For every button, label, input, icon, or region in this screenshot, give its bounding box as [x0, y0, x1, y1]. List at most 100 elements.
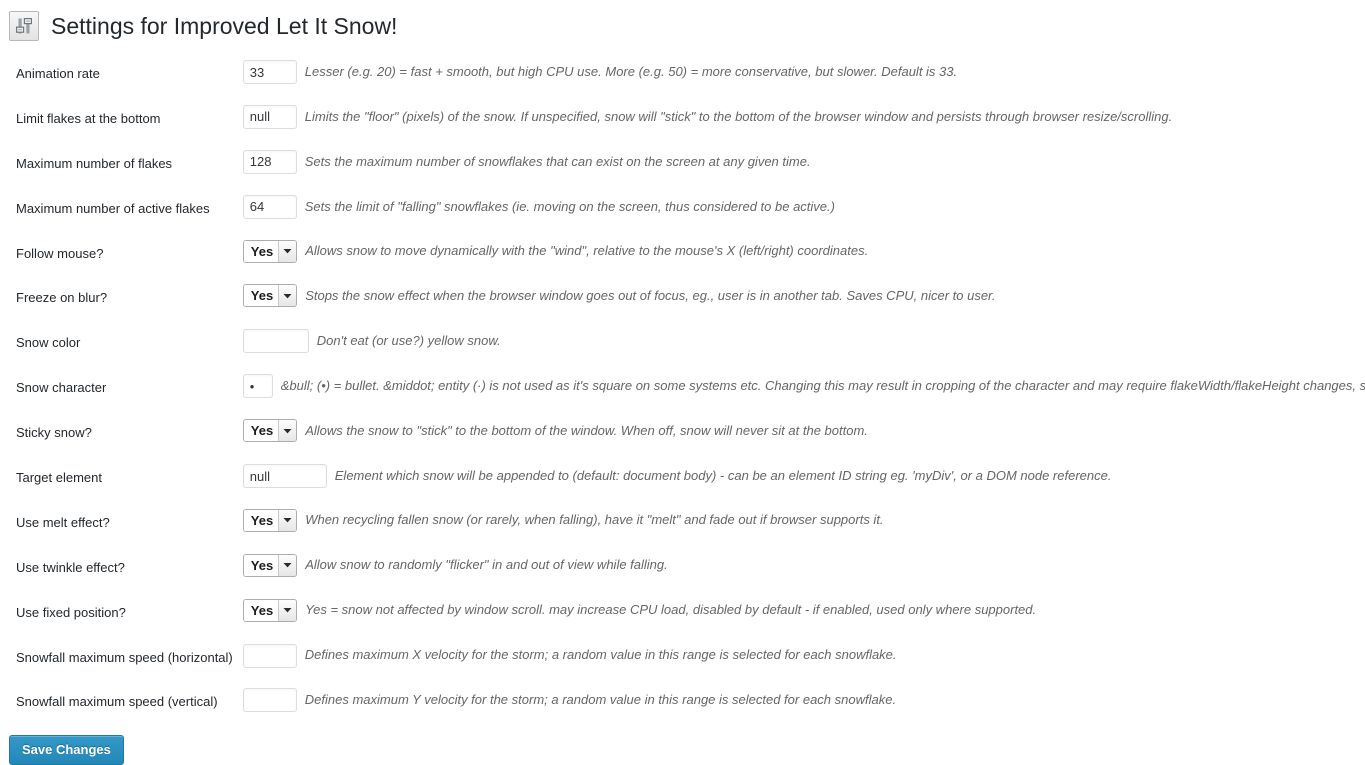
settings-row-maximum-number-of-flakes: Maximum number of flakes Sets the maximum… — [0, 142, 1365, 187]
field-control-group: Yes Allow snow to randomly "flicker" in a… — [242, 553, 1365, 577]
settings-row-limit-flakes-at-the-bottom: Limit flakes at the bottom Limits the "fl… — [0, 97, 1365, 142]
select-follow-mouse[interactable]: Yes — [242, 239, 298, 263]
chevron-down-icon[interactable] — [278, 599, 297, 621]
input-target-element[interactable] — [242, 464, 327, 489]
field-cell-maximum-number-of-active-flakes: Sets the limit of "falling" snowflakes (… — [242, 187, 1365, 232]
field-control-group: Yes Stops the snow effect when the browse… — [242, 284, 1365, 308]
field-description-snow-color: Don't eat (or use?) yellow snow. — [316, 333, 501, 349]
field-control-group: Defines maximum Y velocity for the storm… — [242, 688, 1365, 713]
field-control-group: Sets the maximum number of snowflakes th… — [242, 149, 1365, 174]
input-snow-color[interactable] — [242, 329, 309, 354]
input-limit-flakes-at-the-bottom[interactable] — [242, 104, 297, 129]
field-label-maximum-number-of-flakes: Maximum number of flakes — [16, 155, 173, 171]
field-label-limit-flakes-at-the-bottom: Limit flakes at the bottom — [16, 110, 161, 126]
field-cell-use-twinkle-effect: Yes Allow snow to randomly "flicker" in a… — [242, 546, 1365, 591]
field-control-group: Yes Allows snow to move dynamically with … — [242, 239, 1365, 263]
field-description-use-melt-effect: When recycling fallen snow (or rarely, w… — [305, 512, 884, 528]
field-description-sticky-snow: Allows the snow to "stick" to the bottom… — [305, 422, 868, 438]
field-description-use-twinkle-effect: Allow snow to randomly "flicker" in and … — [305, 557, 668, 573]
settings-row-sticky-snow: Sticky snow? Yes Allows the snow to "stick… — [0, 411, 1365, 456]
field-control-group: Defines maximum X velocity for the storm… — [242, 643, 1365, 668]
select-sticky-snow[interactable]: Yes — [242, 419, 298, 443]
select-use-twinkle-effect[interactable]: Yes — [242, 553, 298, 577]
field-description-snow-character: &bull; (•) = bullet. &middot; entity (·)… — [280, 378, 1365, 394]
field-cell-target-element: Element which snow will be appended to (… — [242, 456, 1365, 501]
field-cell-follow-mouse: Yes Allows snow to move dynamically with … — [242, 232, 1365, 277]
input-snow-character[interactable] — [242, 374, 273, 399]
select-use-fixed-position[interactable]: Yes — [242, 598, 298, 622]
settings-row-freeze-on-blur: Freeze on blur? Yes Stops the snow effect … — [0, 276, 1365, 321]
field-label-snow-color: Snow color — [16, 335, 81, 351]
field-label-animation-rate: Animation rate — [16, 66, 100, 81]
field-label-sticky-snow: Sticky snow? — [16, 425, 92, 441]
select-value-sticky-snow: Yes — [243, 420, 279, 442]
field-cell-snowfall-maximum-speed-vertical: Defines maximum Y velocity for the storm… — [242, 680, 1365, 725]
chevron-down-icon[interactable] — [278, 285, 297, 307]
field-cell-use-melt-effect: Yes When recycling fallen snow (or rarely… — [242, 501, 1365, 546]
select-freeze-on-blur[interactable]: Yes — [242, 284, 298, 308]
field-cell-maximum-number-of-flakes: Sets the maximum number of snowflakes th… — [242, 142, 1365, 187]
input-maximum-number-of-active-flakes[interactable] — [242, 194, 297, 219]
field-description-use-fixed-position: Yes = snow not affected by window scroll… — [305, 602, 1037, 618]
field-description-snowfall-maximum-speed-vertical: Defines maximum Y velocity for the storm… — [304, 692, 897, 708]
chevron-down-icon[interactable] — [278, 554, 297, 576]
settings-row-snow-color: Snow color Don't eat (or use?) yellow sno… — [0, 321, 1365, 366]
field-label-snowfall-maximum-speed-vertical: Snowfall maximum speed (vertical) — [16, 694, 218, 710]
field-description-maximum-number-of-active-flakes: Sets the limit of "falling" snowflakes (… — [304, 198, 835, 214]
field-control-group: &bull; (•) = bullet. &middot; entity (·)… — [242, 374, 1365, 399]
input-snowfall-maximum-speed-vertical[interactable] — [242, 688, 297, 713]
field-description-snowfall-maximum-speed-horizontal: Defines maximum X velocity for the storm… — [304, 647, 897, 663]
settings-row-use-melt-effect: Use melt effect? Yes When recycling fallen… — [0, 501, 1365, 546]
select-value-use-melt-effect: Yes — [243, 509, 279, 531]
field-label-maximum-number-of-active-flakes: Maximum number of active flakes — [16, 200, 210, 216]
field-control-group: Don't eat (or use?) yellow snow. — [242, 329, 1365, 354]
settings-row-use-fixed-position: Use fixed position? Yes Yes = snow not aff… — [0, 591, 1365, 636]
submit-area: Save Changes — [0, 725, 1365, 765]
select-use-melt-effect[interactable]: Yes — [242, 508, 298, 532]
settings-row-snowfall-maximum-speed-horizontal: Snowfall maximum speed (horizontal) Defin… — [0, 636, 1365, 681]
settings-row-animation-rate: Animation rate Lesser (e.g. 20) = fast + … — [0, 52, 1365, 97]
field-cell-snow-character: &bull; (•) = bullet. &middot; entity (·)… — [242, 366, 1365, 411]
field-cell-limit-flakes-at-the-bottom: Limits the "floor" (pixels) of the snow.… — [242, 97, 1365, 142]
chevron-down-icon[interactable] — [278, 240, 297, 262]
field-control-group: Yes Yes = snow not affected by window scr… — [242, 598, 1365, 622]
field-description-animation-rate: Lesser (e.g. 20) = fast + smooth, but hi… — [304, 63, 958, 79]
field-control-group: Sets the limit of "falling" snowflakes (… — [242, 194, 1365, 219]
save-changes-button[interactable]: Save Changes — [9, 735, 124, 765]
input-snowfall-maximum-speed-horizontal[interactable] — [242, 643, 297, 668]
page-title: Settings for Improved Let It Snow! — [51, 12, 398, 39]
chevron-down-icon[interactable] — [278, 509, 297, 531]
field-cell-sticky-snow: Yes Allows the snow to "stick" to the bot… — [242, 411, 1365, 456]
settings-form: Animation rate Lesser (e.g. 20) = fast + … — [0, 52, 1365, 765]
field-label-follow-mouse: Follow mouse? — [16, 245, 104, 261]
settings-row-follow-mouse: Follow mouse? Yes Allows snow to move dyna… — [0, 232, 1365, 277]
settings-row-use-twinkle-effect: Use twinkle effect? Yes Allow snow to rand… — [0, 546, 1365, 591]
field-description-freeze-on-blur: Stops the snow effect when the browser w… — [305, 287, 996, 303]
field-description-target-element: Element which snow will be appended to (… — [334, 467, 1112, 483]
field-description-maximum-number-of-flakes: Sets the maximum number of snowflakes th… — [304, 153, 811, 169]
settings-row-snowfall-maximum-speed-vertical: Snowfall maximum speed (vertical) Defines… — [0, 680, 1365, 725]
settings-row-snow-character: Snow character&bull; (•) = bullet. &midd… — [0, 366, 1365, 411]
field-description-limit-flakes-at-the-bottom: Limits the "floor" (pixels) of the snow.… — [304, 108, 1173, 124]
page-header: Settings for Improved Let It Snow! — [0, 0, 1365, 46]
select-value-freeze-on-blur: Yes — [243, 285, 279, 307]
select-value-use-fixed-position: Yes — [243, 599, 279, 621]
settings-row-target-element: Target element Element which snow will be… — [0, 456, 1365, 501]
settings-form-table: Animation rate Lesser (e.g. 20) = fast + … — [0, 52, 1365, 725]
input-maximum-number-of-flakes[interactable] — [242, 149, 297, 174]
input-animation-rate[interactable] — [242, 60, 297, 84]
field-label-use-fixed-position: Use fixed position? — [16, 604, 126, 620]
select-value-use-twinkle-effect: Yes — [243, 554, 279, 576]
field-label-use-twinkle-effect: Use twinkle effect? — [16, 559, 125, 575]
chevron-down-icon[interactable] — [278, 420, 297, 442]
settings-row-maximum-number-of-active-flakes: Maximum number of active flakes Sets the … — [0, 187, 1365, 232]
field-control-group: Limits the "floor" (pixels) of the snow.… — [242, 104, 1365, 129]
field-control-group: Yes When recycling fallen snow (or rarely… — [242, 508, 1365, 532]
field-description-follow-mouse: Allows snow to move dynamically with the… — [305, 242, 869, 258]
field-label-target-element: Target element — [16, 470, 102, 486]
field-cell-animation-rate: Lesser (e.g. 20) = fast + smooth, but hi… — [242, 52, 1365, 97]
field-cell-snowfall-maximum-speed-horizontal: Defines maximum X velocity for the storm… — [242, 636, 1365, 681]
field-control-group: Yes Allows the snow to "stick" to the bot… — [242, 419, 1365, 443]
field-label-use-melt-effect: Use melt effect? — [16, 514, 110, 530]
field-cell-use-fixed-position: Yes Yes = snow not affected by window scr… — [242, 591, 1365, 636]
